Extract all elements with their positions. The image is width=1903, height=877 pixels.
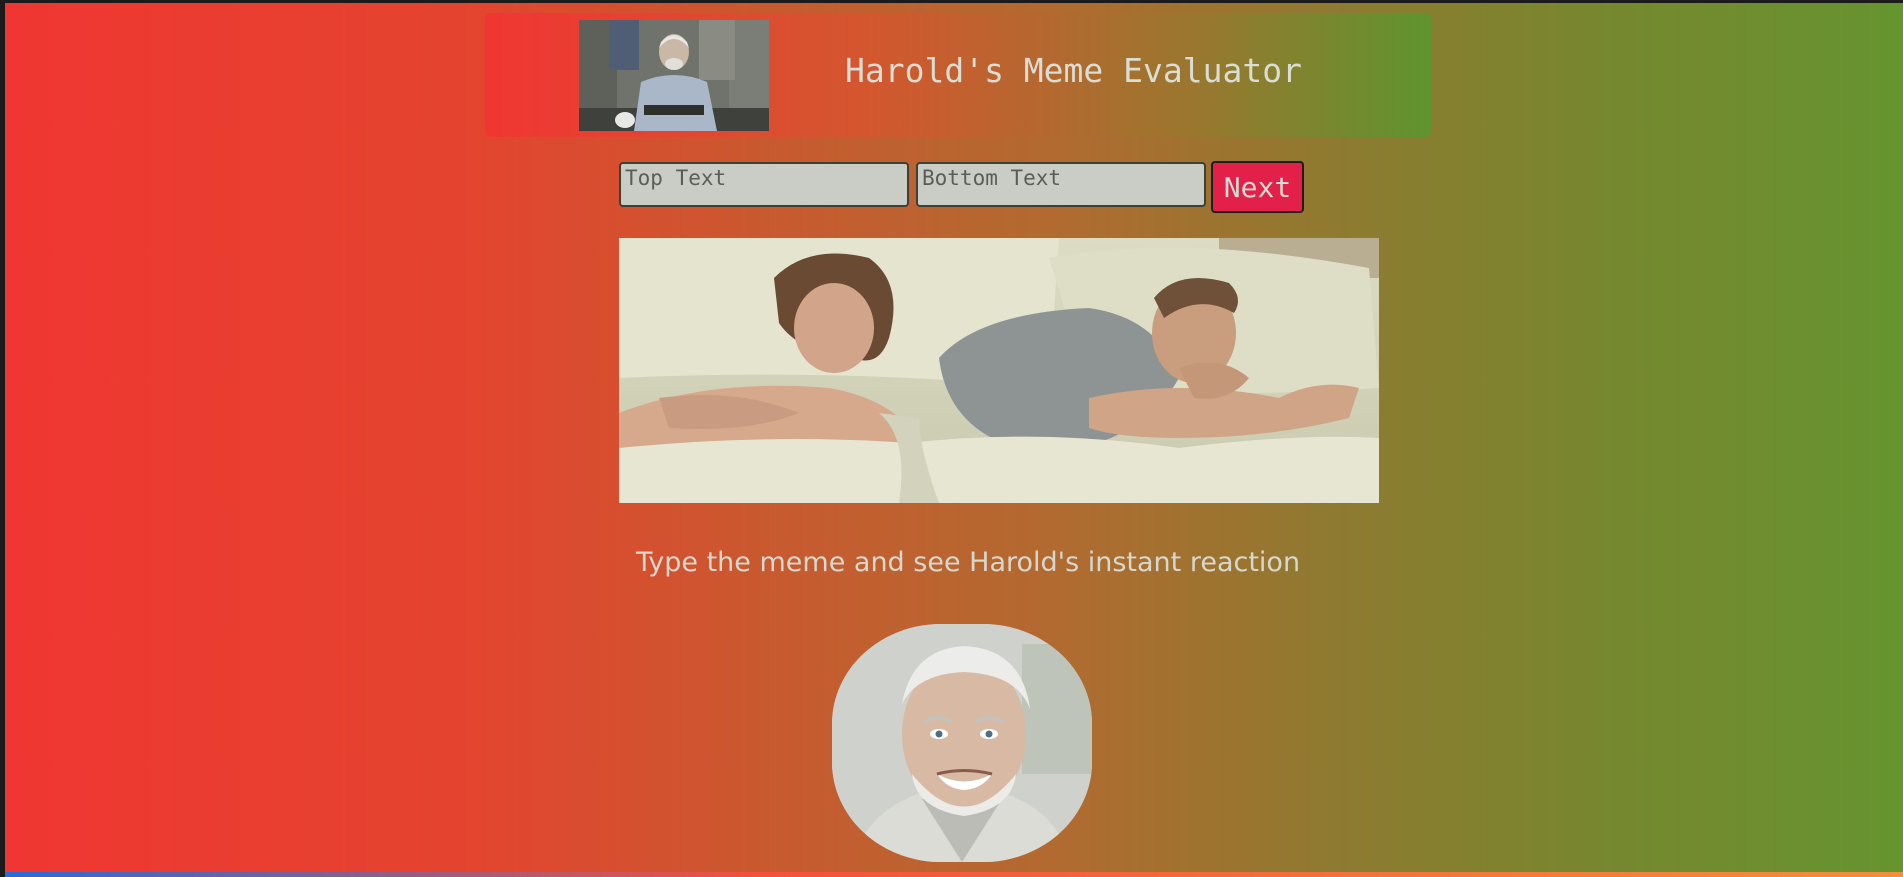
header-banner: Harold's Meme Evaluator <box>485 13 1431 137</box>
bottom-text-input[interactable] <box>916 162 1206 207</box>
top-text-input[interactable] <box>619 162 909 207</box>
instruction-text: Type the meme and see Harold's instant r… <box>636 547 1301 578</box>
next-button[interactable]: Next <box>1211 161 1304 213</box>
page-background: Harold's Meme Evaluator Next <box>5 3 1903 877</box>
window-bottom-edge <box>5 872 1903 877</box>
harold-reaction-image <box>832 624 1092 862</box>
harold-group-photo <box>579 20 769 131</box>
page-title: Harold's Meme Evaluator <box>845 51 1302 90</box>
couple-in-bed-photo <box>619 238 1379 503</box>
